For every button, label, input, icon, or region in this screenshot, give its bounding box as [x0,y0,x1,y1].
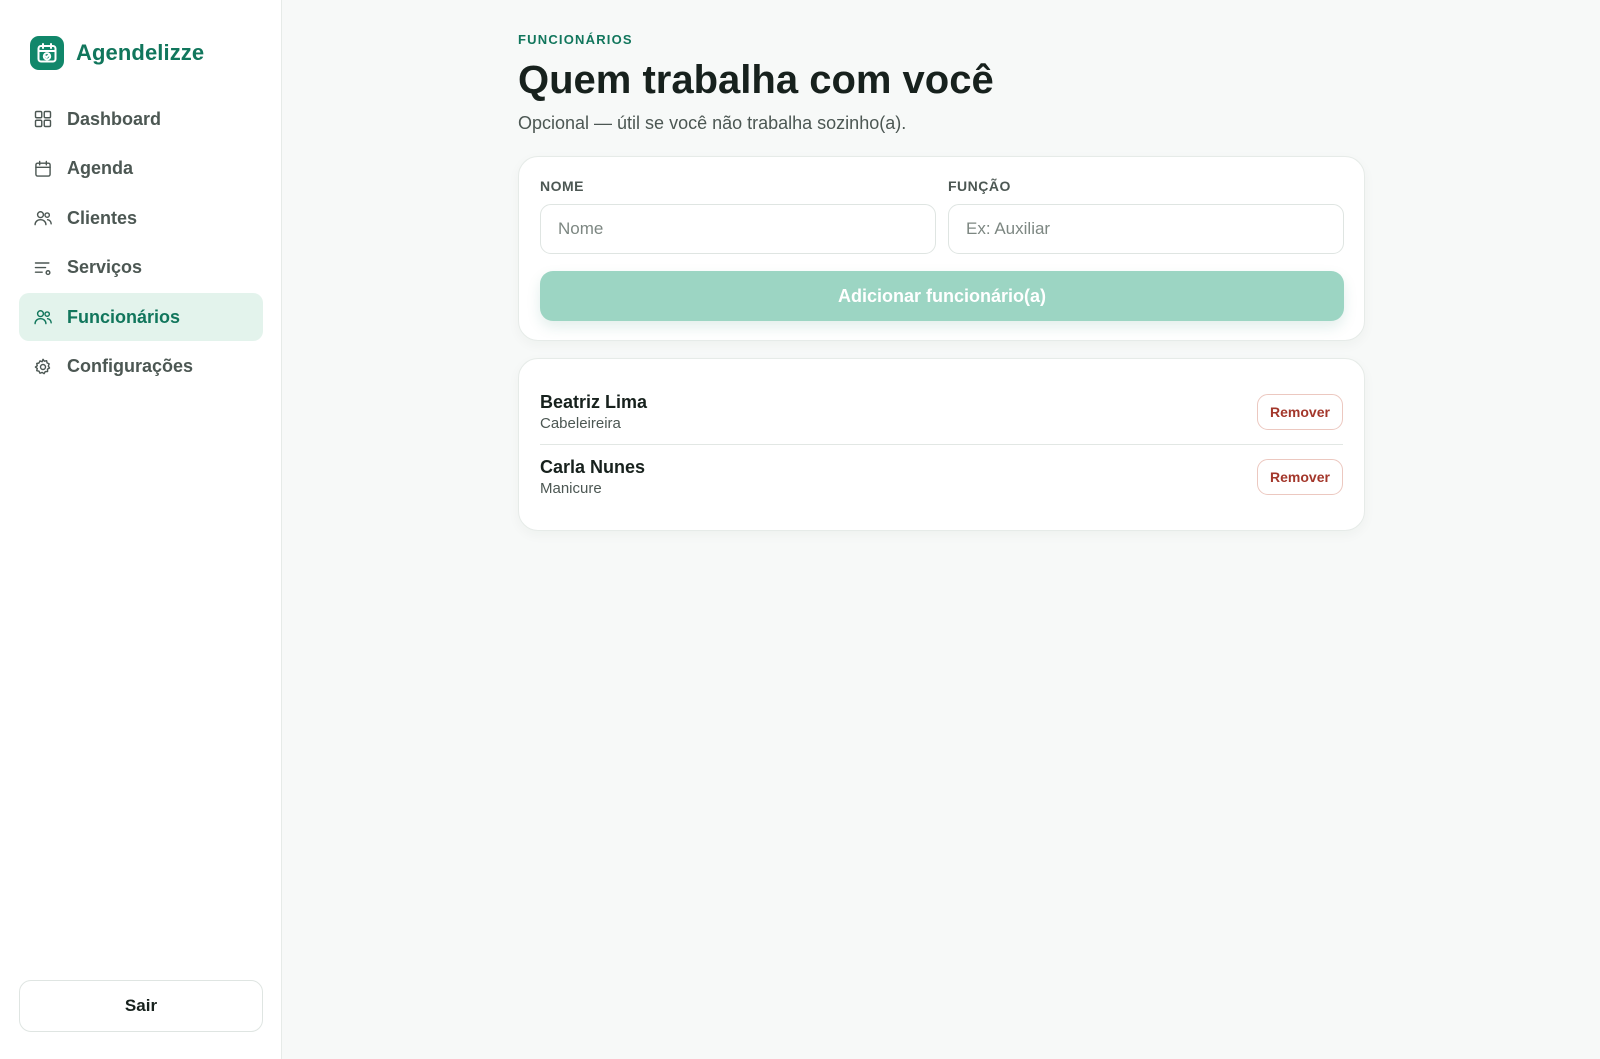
sidebar-item-label: Dashboard [67,108,162,129]
sidebar-item-clientes[interactable]: Clientes [19,194,263,242]
sidebar-item-label: Serviços [67,257,143,277]
brand-name: Agendelizze [76,40,205,65]
sidebar-item-label: Funcionários [67,306,181,327]
role-field-group: FUNÇÃO [948,178,1344,254]
employee-name: Carla Nunes [540,457,646,477]
page-title: Quem trabalha com você [518,58,994,102]
app-window: Agendelizze Dashboard Agenda Clientes Se… [0,0,1600,1059]
employee-list: Beatriz Lima Cabeleireira Remover Carla … [518,358,1365,531]
name-input[interactable] [540,204,936,254]
sidebar-nav: Dashboard Agenda Clientes Serviços Funci… [19,95,263,392]
employee-name: Beatriz Lima [540,391,648,412]
role-input[interactable] [948,204,1344,254]
add-employee-form: NOME FUNÇÃO Adicionar funcionário(a) [518,156,1365,341]
remove-button[interactable]: Remover [1257,459,1343,495]
name-label: NOME [540,178,584,194]
users-icon [34,211,52,226]
sidebar-item-configuracoes[interactable]: Configurações [19,343,263,391]
list-item: Beatriz Lima Cabeleireira Remover [540,379,1343,444]
logout-button[interactable]: Sair [19,980,263,1032]
section-eyebrow: FUNCIONÁRIOS [518,32,633,47]
sidebar-item-label: Clientes [67,207,138,228]
list-item: Carla Nunes Manicure Remover [540,444,1343,509]
grid-icon [34,110,52,128]
calendar-check-icon [30,36,64,70]
sidebar-item-agenda[interactable]: Agenda [19,145,263,193]
sidebar-item-dashboard[interactable]: Dashboard [19,95,263,143]
sidebar-item-label: Configurações [67,356,194,376]
add-employee-button[interactable]: Adicionar funcionário(a) [540,271,1344,321]
remove-button[interactable]: Remover [1257,393,1343,430]
sidebar-item-funcionarios[interactable]: Funcionários [19,293,263,341]
sidebar-item-label: Agenda [67,158,134,178]
sidebar-item-servicos[interactable]: Serviços [19,244,263,292]
employee-role: Manicure [540,480,602,497]
main-content: FUNCIONÁRIOS Quem trabalha com você Opci… [518,0,1365,531]
page-subtitle: Opcional — útil se você não trabalha soz… [518,113,907,133]
calendar-icon [35,160,51,177]
list-filter-icon [34,261,51,275]
role-label: FUNÇÃO [948,178,1011,194]
sidebar: Agendelizze Dashboard Agenda Clientes Se… [0,0,282,1059]
employee-info: Carla Nunes Manicure [540,457,645,497]
employee-role: Cabeleireira [540,414,621,432]
brand[interactable]: Agendelizze [30,36,204,70]
users-icon [34,310,52,325]
gear-icon [34,358,51,374]
name-field-group: NOME [540,178,936,254]
employee-info: Beatriz Lima Cabeleireira [540,392,647,432]
